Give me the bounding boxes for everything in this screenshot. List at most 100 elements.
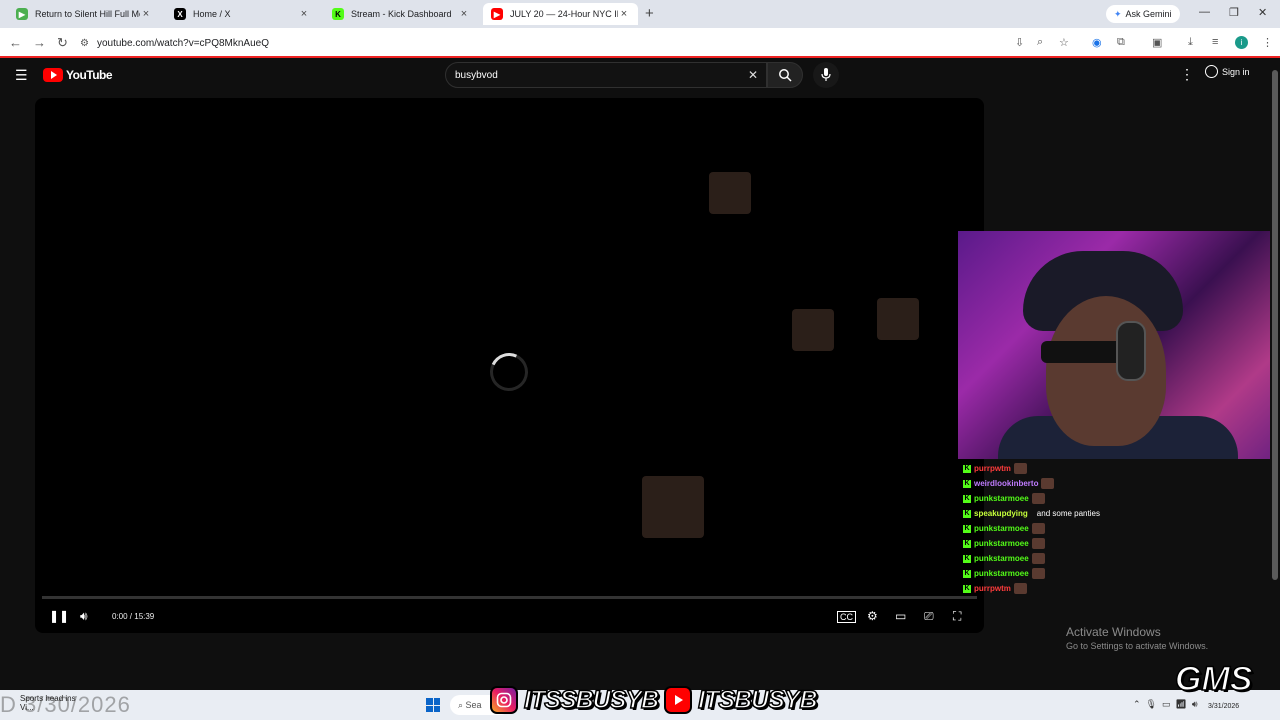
new-tab-icon[interactable]: + bbox=[645, 5, 654, 22]
clear-search-icon[interactable]: ✕ bbox=[748, 68, 758, 82]
youtube-icon bbox=[664, 686, 693, 714]
system-tray-icons[interactable]: ⌃ 🎙︎ ▭ 📶︎ 🔊︎ bbox=[1133, 699, 1198, 710]
tab-close-icon[interactable]: × bbox=[140, 8, 152, 20]
clock-date: 3/31/2026 bbox=[1208, 703, 1240, 710]
floating-emote bbox=[709, 172, 751, 214]
tab-favicon-icon: ▶ bbox=[16, 8, 28, 20]
kick-badge-icon: K bbox=[963, 524, 971, 533]
microphone-icon bbox=[821, 68, 831, 81]
progress-bar[interactable] bbox=[42, 596, 977, 599]
voice-search-button[interactable] bbox=[813, 62, 839, 88]
activate-windows-watermark: Activate Windows Go to Settings to activ… bbox=[1066, 625, 1208, 651]
tab-close-icon[interactable]: × bbox=[618, 8, 630, 20]
chrome-menu-icon[interactable]: ⋮ bbox=[1262, 36, 1273, 49]
instagram-icon bbox=[490, 686, 518, 714]
tab-title: JULY 20 — 24-Hour NYC IRL St bbox=[510, 9, 618, 19]
ask-gemini-button[interactable]: ✦ Ask Gemini bbox=[1106, 5, 1180, 23]
news-widget[interactable]: Sports head ins Vi... bbox=[20, 694, 76, 712]
player-controls: ❚❚ 🔊︎ 0:00 / 15:39 CC ⚙ ▭ ⎚ ⛶ bbox=[35, 603, 984, 633]
chat-message: Kpunkstarmoee bbox=[963, 551, 1183, 566]
miniplayer-icon[interactable]: ▭ bbox=[895, 609, 906, 623]
kick-badge-icon: K bbox=[963, 509, 971, 518]
chat-username: punkstarmoee bbox=[974, 524, 1029, 533]
extension-icon[interactable]: ◉ bbox=[1092, 36, 1102, 49]
chat-username: punkstarmoee bbox=[974, 554, 1029, 563]
profile-avatar[interactable]: i bbox=[1235, 36, 1248, 49]
back-icon[interactable]: ← bbox=[9, 35, 22, 50]
cast-icon[interactable]: ⎚ bbox=[924, 609, 934, 624]
ask-gemini-label: Ask Gemini bbox=[1125, 9, 1172, 19]
taskbar-clock[interactable]: 3/31/2026 bbox=[1208, 703, 1239, 710]
browser-tab[interactable]: X Home / X × bbox=[166, 3, 318, 25]
sidepanel-icon[interactable]: ▣ bbox=[1152, 36, 1162, 49]
kick-badge-icon: K bbox=[963, 494, 971, 503]
tab-favicon-icon: K bbox=[332, 8, 344, 20]
chat-username: purrpwtm bbox=[974, 464, 1011, 473]
chat-emote-icon bbox=[1031, 493, 1045, 504]
scrollbar-thumb[interactable] bbox=[1272, 70, 1278, 580]
zoom-icon[interactable]: ⌕ bbox=[1037, 36, 1043, 49]
forward-icon[interactable]: → bbox=[33, 35, 46, 50]
install-icon[interactable]: ⇩ bbox=[1015, 36, 1024, 49]
kick-badge-icon: K bbox=[963, 569, 971, 578]
browser-tab-active[interactable]: ▶ JULY 20 — 24-Hour NYC IRL St × bbox=[483, 3, 638, 25]
address-bar[interactable]: ⚙ youtube.com/watch?v=cPQ8MknAueQ bbox=[80, 32, 1020, 54]
bookmark-star-icon[interactable]: ☆ bbox=[1059, 36, 1069, 49]
search-input[interactable]: busybvod ✕ bbox=[445, 62, 767, 88]
kick-badge-icon: K bbox=[963, 464, 971, 473]
youtube-logo[interactable]: YouTube bbox=[43, 68, 113, 82]
chat-emote-icon bbox=[1031, 538, 1045, 549]
video-player[interactable]: ❚❚ 🔊︎ 0:00 / 15:39 CC ⚙ ▭ ⎚ ⛶ bbox=[35, 98, 984, 633]
tab-close-icon[interactable]: × bbox=[458, 8, 470, 20]
chat-emote-icon bbox=[1013, 583, 1027, 594]
tab-title: Return to Silent Hill Full Movie bbox=[35, 9, 140, 19]
extensions-puzzle-icon[interactable]: ⧉ bbox=[1117, 36, 1125, 49]
more-options-icon[interactable]: ⋮ bbox=[1180, 66, 1194, 83]
restore-icon[interactable]: ❐ bbox=[1229, 6, 1239, 19]
chat-emote-icon bbox=[1013, 463, 1027, 474]
kick-badge-icon: K bbox=[963, 479, 971, 488]
volume-icon[interactable]: 🔊︎ bbox=[80, 609, 88, 624]
fullscreen-icon[interactable]: ⛶ bbox=[953, 609, 961, 624]
url-text: youtube.com/watch?v=cPQ8MknAueQ bbox=[96, 37, 269, 49]
site-info-icon[interactable]: ⚙ bbox=[80, 38, 89, 49]
pause-icon[interactable]: ❚❚ bbox=[49, 609, 69, 623]
chat-message: Kpurrpwtm bbox=[963, 581, 1183, 596]
close-window-icon[interactable]: ✕ bbox=[1258, 6, 1267, 19]
social-handles-overlay: ITSSBUSYB ITSBUSYB bbox=[490, 684, 818, 716]
youtube-handle: ITSBUSYB bbox=[697, 685, 818, 715]
chat-message: Kpunkstarmoee bbox=[963, 491, 1183, 506]
loading-spinner-icon bbox=[484, 347, 534, 397]
taskbar-search-label: Sea bbox=[465, 700, 482, 710]
hamburger-menu-icon[interactable]: ☰ bbox=[15, 67, 28, 84]
windows-start-icon[interactable] bbox=[426, 698, 440, 712]
chat-username: punkstarmoee bbox=[974, 494, 1029, 503]
page-scrollbar[interactable] bbox=[1270, 60, 1280, 690]
instagram-handle: ITSSBUSYB bbox=[523, 685, 660, 715]
time-display: 0:00 / 15:39 bbox=[112, 612, 155, 621]
gemini-icon: ✦ bbox=[1114, 8, 1122, 19]
search-button[interactable] bbox=[767, 62, 803, 88]
browser-tab[interactable]: K Stream - Kick Dashboard × bbox=[324, 3, 478, 25]
minimize-icon[interactable]: — bbox=[1199, 6, 1210, 18]
chat-text: and some panties bbox=[1036, 509, 1100, 518]
chat-message: Kweirdlookinberto bbox=[963, 476, 1183, 491]
chat-emote-icon bbox=[1031, 553, 1045, 564]
downloads-icon[interactable]: ⤓ bbox=[1188, 36, 1193, 49]
chat-emote-icon bbox=[1041, 478, 1055, 489]
media-icon[interactable]: ≡ bbox=[1212, 36, 1218, 48]
youtube-play-icon bbox=[43, 68, 63, 82]
browser-tab[interactable]: ▶ Return to Silent Hill Full Movie × bbox=[8, 3, 160, 25]
sign-in-button[interactable]: Sign in bbox=[1205, 65, 1250, 78]
tab-close-icon[interactable]: × bbox=[298, 8, 310, 20]
chat-username: punkstarmoee bbox=[974, 569, 1029, 578]
browser-toolbar: ← → ↻ ⚙ youtube.com/watch?v=cPQ8MknAueQ … bbox=[0, 28, 1280, 58]
tab-title: Stream - Kick Dashboard bbox=[351, 9, 452, 19]
account-icon bbox=[1205, 65, 1218, 78]
reload-icon[interactable]: ↻ bbox=[57, 35, 68, 51]
webcam-figure-headset bbox=[1116, 321, 1146, 381]
kick-badge-icon: K bbox=[963, 584, 971, 593]
settings-gear-icon[interactable]: ⚙ bbox=[867, 609, 878, 623]
chat-username: purrpwtm bbox=[974, 584, 1011, 593]
captions-icon[interactable]: CC bbox=[837, 611, 856, 623]
